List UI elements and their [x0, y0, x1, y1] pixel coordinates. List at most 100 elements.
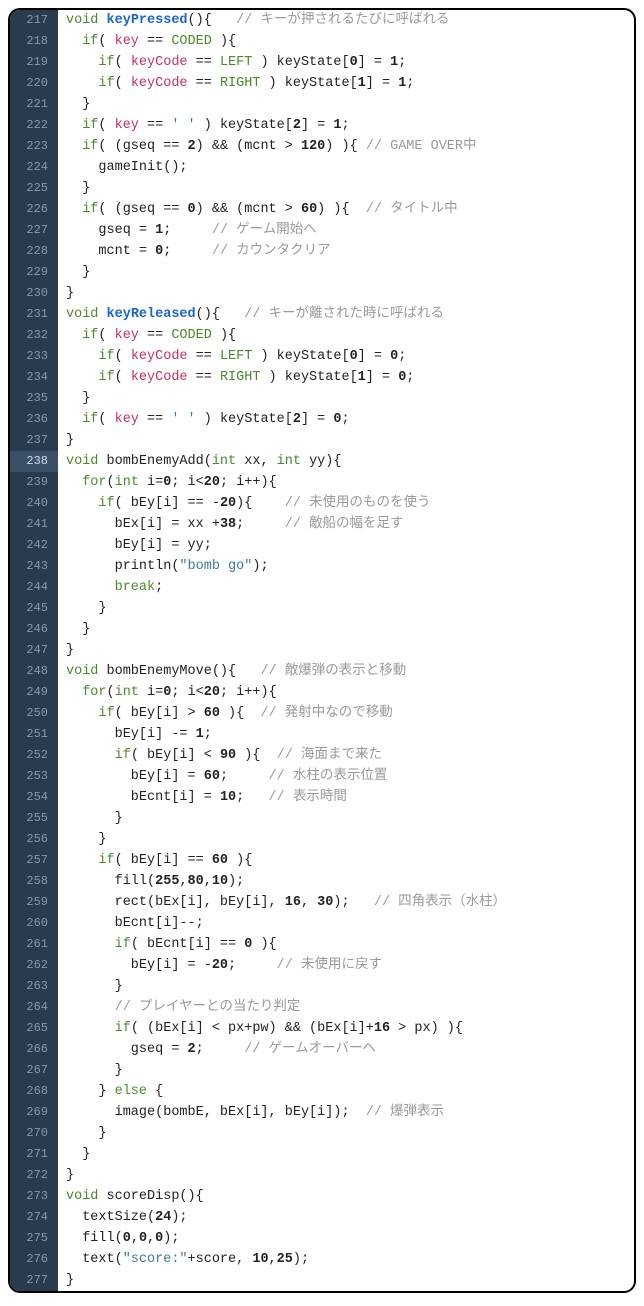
code-content[interactable]: if( bEy[i] > 60 ){ // 発射中なので移動	[58, 703, 393, 724]
code-line[interactable]: 260 bEcnt[i]--;	[10, 913, 634, 934]
code-content[interactable]: image(bombE, bEx[i], bEy[i]); // 爆弾表示	[58, 1102, 444, 1123]
code-line[interactable]: 225 }	[10, 178, 634, 199]
code-line[interactable]: 232 if( key == CODED ){	[10, 325, 634, 346]
code-content[interactable]: gameInit();	[58, 157, 188, 178]
code-content[interactable]: if( keyCode == RIGHT ) keyState[1] = 1;	[58, 73, 414, 94]
code-line[interactable]: 257 if( bEy[i] == 60 ){	[10, 850, 634, 871]
code-line[interactable]: 264 // プレイヤーとの当たり判定	[10, 997, 634, 1018]
code-content[interactable]: if( (bEx[i] < px+pw) && (bEx[i]+16 > px)…	[58, 1018, 463, 1039]
code-line[interactable]: 217void keyPressed(){ // キーが押されるたびに呼ばれる	[10, 10, 634, 31]
code-content[interactable]: if( (gseq == 0) && (mcnt > 60) ){ // タイト…	[58, 199, 458, 220]
code-content[interactable]: }	[58, 598, 107, 619]
code-content[interactable]: void keyReleased(){ // キーが離された時に呼ばれる	[58, 304, 444, 325]
code-line[interactable]: 276 text("score:"+score, 10,25);	[10, 1249, 634, 1270]
code-line[interactable]: 254 bEcnt[i] = 10; // 表示時間	[10, 787, 634, 808]
code-content[interactable]: if( (gseq == 2) && (mcnt > 120) ){ // GA…	[58, 136, 477, 157]
code-line[interactable]: 249 for(int i=0; i<20; i++){	[10, 682, 634, 703]
code-line[interactable]: 226 if( (gseq == 0) && (mcnt > 60) ){ //…	[10, 199, 634, 220]
code-content[interactable]: if( key == CODED ){	[58, 31, 236, 52]
code-line[interactable]: 246 }	[10, 619, 634, 640]
code-content[interactable]: }	[58, 283, 74, 304]
code-content[interactable]: bEy[i] = 60; // 水柱の表示位置	[58, 766, 387, 787]
code-line[interactable]: 256 }	[10, 829, 634, 850]
code-content[interactable]: }	[58, 829, 107, 850]
code-line[interactable]: 259 rect(bEx[i], bEy[i], 16, 30); // 四角表…	[10, 892, 634, 913]
code-line[interactable]: 253 bEy[i] = 60; // 水柱の表示位置	[10, 766, 634, 787]
code-content[interactable]: gseq = 2; // ゲームオーバーへ	[58, 1039, 376, 1060]
code-line[interactable]: 273void scoreDisp(){	[10, 1186, 634, 1207]
code-line[interactable]: 222 if( key == ' ' ) keyState[2] = 1;	[10, 115, 634, 136]
code-line[interactable]: 266 gseq = 2; // ゲームオーバーへ	[10, 1039, 634, 1060]
code-line[interactable]: 247}	[10, 640, 634, 661]
code-content[interactable]: }	[58, 1165, 74, 1186]
code-line[interactable]: 243 println("bomb go");	[10, 556, 634, 577]
code-content[interactable]: }	[58, 388, 90, 409]
code-content[interactable]: }	[58, 1270, 74, 1291]
code-line[interactable]: 255 }	[10, 808, 634, 829]
code-content[interactable]: if( key == ' ' ) keyState[2] = 1;	[58, 115, 350, 136]
code-line[interactable]: 274 textSize(24);	[10, 1207, 634, 1228]
code-line[interactable]: 237}	[10, 430, 634, 451]
code-line[interactable]: 248void bombEnemyMove(){ // 敵爆弾の表示と移動	[10, 661, 634, 682]
code-line[interactable]: 235 }	[10, 388, 634, 409]
code-content[interactable]: void scoreDisp(){	[58, 1186, 204, 1207]
code-content[interactable]: bEy[i] = -20; // 未使用に戻す	[58, 955, 382, 976]
code-content[interactable]: if( bEcnt[i] == 0 ){	[58, 934, 277, 955]
code-content[interactable]: for(int i=0; i<20; i++){	[58, 472, 277, 493]
code-content[interactable]: rect(bEx[i], bEy[i], 16, 30); // 四角表示（水柱…	[58, 892, 506, 913]
code-line[interactable]: 267 }	[10, 1060, 634, 1081]
code-line[interactable]: 261 if( bEcnt[i] == 0 ){	[10, 934, 634, 955]
code-content[interactable]: }	[58, 1060, 123, 1081]
code-content[interactable]: if( key == CODED ){	[58, 325, 236, 346]
code-content[interactable]: if( key == ' ' ) keyState[2] = 0;	[58, 409, 350, 430]
code-line[interactable]: 239 for(int i=0; i<20; i++){	[10, 472, 634, 493]
code-content[interactable]: }	[58, 1144, 90, 1165]
code-content[interactable]: println("bomb go");	[58, 556, 269, 577]
code-content[interactable]: bEx[i] = xx +38; // 敵船の幅を足す	[58, 514, 404, 535]
code-content[interactable]: bEy[i] -= 1;	[58, 724, 212, 745]
code-content[interactable]: bEy[i] = yy;	[58, 535, 212, 556]
code-content[interactable]: }	[58, 640, 74, 661]
code-content[interactable]: if( keyCode == RIGHT ) keyState[1] = 0;	[58, 367, 414, 388]
code-content[interactable]: bEcnt[i]--;	[58, 913, 204, 934]
code-content[interactable]: }	[58, 262, 90, 283]
code-line[interactable]: 270 }	[10, 1123, 634, 1144]
code-line[interactable]: 272}	[10, 1165, 634, 1186]
code-line[interactable]: 224 gameInit();	[10, 157, 634, 178]
code-content[interactable]: if( bEy[i] == -20){ // 未使用のものを使う	[58, 493, 431, 514]
code-line[interactable]: 262 bEy[i] = -20; // 未使用に戻す	[10, 955, 634, 976]
code-content[interactable]: if( bEy[i] == 60 ){	[58, 850, 252, 871]
code-content[interactable]: break;	[58, 577, 163, 598]
code-content[interactable]: gseq = 1; // ゲーム開始へ	[58, 220, 317, 241]
code-content[interactable]: textSize(24);	[58, 1207, 188, 1228]
code-editor[interactable]: 217void keyPressed(){ // キーが押されるたびに呼ばれる2…	[8, 8, 636, 1293]
code-line[interactable]: 229 }	[10, 262, 634, 283]
code-content[interactable]: if( keyCode == LEFT ) keyState[0] = 0;	[58, 346, 406, 367]
code-line[interactable]: 240 if( bEy[i] == -20){ // 未使用のものを使う	[10, 493, 634, 514]
code-content[interactable]: text("score:"+score, 10,25);	[58, 1249, 309, 1270]
code-content[interactable]: if( bEy[i] < 90 ){ // 海面まで来た	[58, 745, 382, 766]
code-line[interactable]: 238void bombEnemyAdd(int xx, int yy){	[10, 451, 634, 472]
code-line[interactable]: 234 if( keyCode == RIGHT ) keyState[1] =…	[10, 367, 634, 388]
code-content[interactable]: void keyPressed(){ // キーが押されるたびに呼ばれる	[58, 10, 449, 31]
code-content[interactable]: void bombEnemyMove(){ // 敵爆弾の表示と移動	[58, 661, 406, 682]
code-content[interactable]: }	[58, 976, 123, 997]
code-content[interactable]: }	[58, 808, 123, 829]
code-line[interactable]: 221 }	[10, 94, 634, 115]
code-content[interactable]: }	[58, 1123, 107, 1144]
code-line[interactable]: 275 fill(0,0,0);	[10, 1228, 634, 1249]
code-line[interactable]: 258 fill(255,80,10);	[10, 871, 634, 892]
code-line[interactable]: 223 if( (gseq == 2) && (mcnt > 120) ){ /…	[10, 136, 634, 157]
code-line[interactable]: 263 }	[10, 976, 634, 997]
code-line[interactable]: 265 if( (bEx[i] < px+pw) && (bEx[i]+16 >…	[10, 1018, 634, 1039]
code-line[interactable]: 268 } else {	[10, 1081, 634, 1102]
code-line[interactable]: 242 bEy[i] = yy;	[10, 535, 634, 556]
code-line[interactable]: 236 if( key == ' ' ) keyState[2] = 0;	[10, 409, 634, 430]
code-content[interactable]: // プレイヤーとの当たり判定	[58, 997, 300, 1018]
code-line[interactable]: 218 if( key == CODED ){	[10, 31, 634, 52]
code-content[interactable]: }	[58, 94, 90, 115]
code-content[interactable]: } else {	[58, 1081, 163, 1102]
code-line[interactable]: 227 gseq = 1; // ゲーム開始へ	[10, 220, 634, 241]
code-line[interactable]: 244 break;	[10, 577, 634, 598]
code-line[interactable]: 252 if( bEy[i] < 90 ){ // 海面まで来た	[10, 745, 634, 766]
